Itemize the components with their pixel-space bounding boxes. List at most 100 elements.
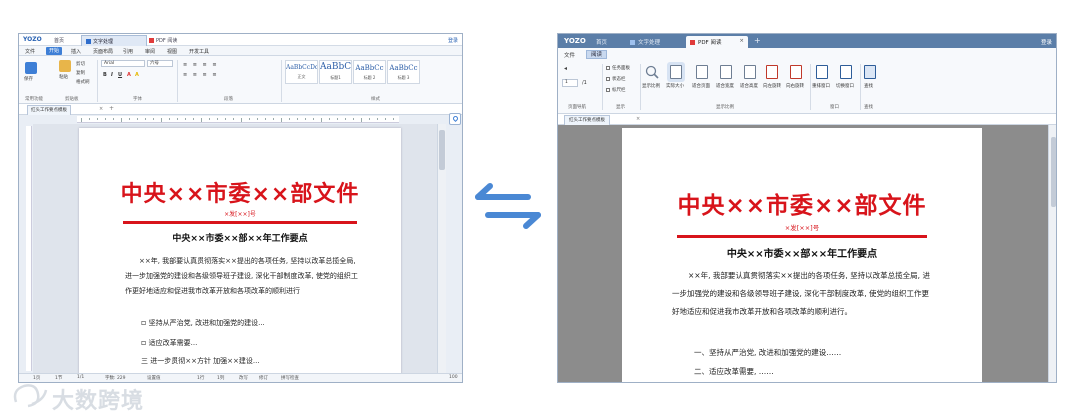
save-icon[interactable] (25, 62, 37, 74)
fit-height-button[interactable]: 适合高度 (740, 83, 758, 89)
rotate-left-button[interactable]: 向左旋转 (763, 83, 781, 89)
menu-insert[interactable]: 插入 (71, 48, 81, 55)
document-page[interactable]: 中央××市委××部文件 ×发[××]号 中央××市委××部××年工作要点 ××年… (79, 128, 401, 374)
ruler-tick (321, 118, 322, 122)
arrange-window-icon[interactable] (816, 65, 828, 79)
document-tab[interactable]: 红头工作要点模板 (564, 115, 610, 125)
group-paragraph: 段落 (224, 97, 233, 102)
actual-size-icon[interactable] (670, 65, 682, 79)
document-page[interactable]: 中央××市委××部文件 ×发[××]号 中央××市委××部××年工作要点 ××年… (622, 128, 982, 382)
status-row: 1行 (197, 376, 205, 381)
tab-pdf[interactable]: PDF 阅读 × (686, 36, 748, 48)
document-tab[interactable]: 红头工作要点模板 (27, 105, 71, 115)
status-spellcheck[interactable]: 拼写检查 (281, 375, 299, 381)
document-tabbar: 红头工作要点模板 × (558, 114, 1056, 125)
location-pin-icon[interactable] (449, 113, 461, 125)
menu-file[interactable]: 文件 (25, 48, 35, 55)
doc-number: ×发[××]号 (784, 224, 820, 232)
first-page-icon[interactable]: ◂ (564, 65, 567, 72)
font-family-select[interactable]: Arial (101, 60, 145, 67)
fit-width-button[interactable]: 适合宽度 (716, 83, 734, 89)
login-link[interactable]: 登录 (448, 37, 458, 44)
close-icon[interactable]: × (739, 38, 744, 44)
ruler-tick (121, 118, 122, 122)
font-color-button[interactable]: A (127, 72, 131, 78)
fit-page-icon[interactable] (696, 65, 708, 79)
style-h3-name: 标题 3 (397, 75, 410, 80)
list-buttons[interactable]: ≡ ≡ ≡ ≡ (183, 62, 219, 68)
italic-button[interactable]: I (111, 72, 113, 78)
menu-bar: 文件 阅读 (558, 48, 1056, 61)
actual-size-button[interactable]: 实际大小 (666, 83, 684, 89)
swap-arrows-icon (475, 183, 541, 229)
fit-height-icon[interactable] (744, 65, 756, 79)
switch-window-button[interactable]: 切换窗口 (836, 83, 854, 89)
doc-number: ×发[××]号 (224, 211, 256, 218)
page-number-input[interactable]: 1 (562, 79, 578, 87)
menu-dev[interactable]: 开发工具 (189, 48, 209, 55)
arrange-window-button[interactable]: 重排窗口 (812, 83, 830, 89)
new-tab-icon[interactable]: + (109, 105, 114, 112)
status-zoom[interactable]: 100 (449, 375, 458, 380)
fit-width-icon[interactable] (720, 65, 732, 79)
ruler-tick (313, 118, 314, 120)
status-revision[interactable]: 修订 (259, 375, 268, 381)
menu-reference[interactable]: 引用 (123, 48, 133, 55)
show-ratio-button[interactable]: 显示比例 (642, 83, 660, 89)
home-tab[interactable]: 首页 (596, 38, 607, 46)
underline-button[interactable]: U (118, 72, 122, 78)
vertical-scrollbar[interactable] (1048, 125, 1056, 382)
chk-ruler[interactable]: 标尺栏 (606, 87, 626, 93)
align-buttons[interactable]: ≡ ≡ ≡ ≡ (183, 72, 219, 78)
paste-icon[interactable] (59, 60, 71, 72)
fit-page-button[interactable]: 适合页面 (692, 83, 710, 89)
vertical-scrollbar[interactable] (437, 124, 446, 374)
ruler-tick (193, 118, 194, 120)
switch-window-icon[interactable] (840, 65, 852, 79)
chk-status-bar-label: 状态栏 (612, 77, 626, 82)
ruler-tick (233, 118, 234, 120)
menu-read[interactable]: 阅读 (586, 50, 608, 59)
chk-task-panel[interactable]: 任务面板 (606, 65, 630, 71)
bold-button[interactable]: B (103, 72, 107, 78)
cut-button[interactable]: 剪切 (76, 61, 85, 67)
copy-button[interactable]: 复制 (76, 70, 85, 76)
zoom-icon[interactable] (645, 65, 659, 79)
chk-status-bar[interactable]: 状态栏 (606, 76, 626, 82)
status-overwrite[interactable]: 改写 (239, 375, 248, 381)
tab-writer[interactable]: 文字处理 (630, 38, 660, 46)
menu-view[interactable]: 视图 (167, 48, 177, 55)
group-window: 窗口 (830, 105, 839, 110)
menu-review[interactable]: 审阅 (145, 48, 155, 55)
ruler-tick (161, 118, 162, 122)
doc-heading: 中央××市委××部××年工作要点 (172, 234, 308, 244)
highlight-button[interactable]: A (135, 72, 139, 78)
font-size-select[interactable]: 六号 (147, 60, 173, 67)
home-tab[interactable]: 首页 (54, 37, 64, 44)
find-icon[interactable] (864, 65, 876, 79)
ruler-tick (273, 118, 274, 120)
menu-file[interactable]: 文件 (564, 51, 575, 59)
close-icon[interactable]: × (99, 106, 103, 112)
ruler-tick (289, 118, 290, 120)
style-h1[interactable]: AaBbC 标题1 (319, 60, 352, 84)
rotate-right-button[interactable]: 向右旋转 (786, 83, 804, 89)
format-painter-button[interactable]: 格式刷 (76, 79, 90, 85)
style-h3[interactable]: AaBbCc 标题 3 (387, 60, 420, 84)
menu-home[interactable]: 开始 (46, 47, 63, 55)
style-h2[interactable]: AaBbCc 标题 2 (353, 60, 386, 84)
ruler-tick (137, 118, 138, 120)
rotate-left-icon[interactable] (766, 65, 778, 79)
tab-writer[interactable]: 文字处理 (81, 35, 147, 46)
rotate-right-icon[interactable] (790, 65, 802, 79)
style-h3-sample: AaBbCc (389, 64, 418, 72)
style-normal[interactable]: AaBbCcDd 正文 (285, 60, 318, 84)
login-link[interactable]: 登录 (1041, 38, 1052, 46)
tab-pdf[interactable]: PDF 阅读 (149, 37, 177, 44)
doc-item-1: ▫ 坚持从严治党, 改进和加强党的建设... (141, 318, 265, 327)
menu-layout[interactable]: 页面布局 (93, 48, 113, 55)
close-icon[interactable]: × (636, 116, 640, 122)
find-button[interactable]: 查找 (864, 83, 873, 89)
new-tab-icon[interactable]: + (754, 36, 761, 45)
writer-icon (86, 39, 91, 44)
